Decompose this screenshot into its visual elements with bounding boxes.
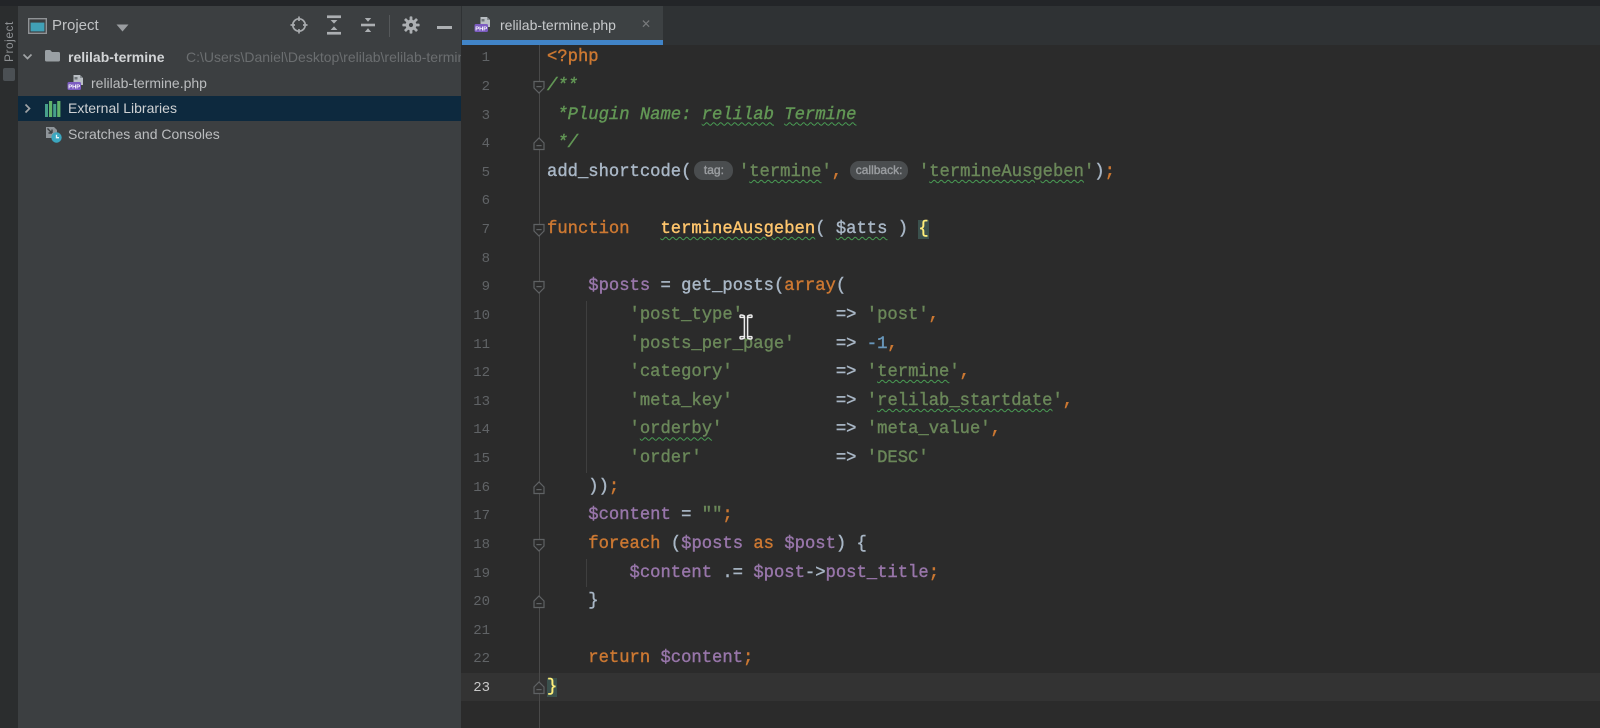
svg-text:PHP: PHP [475,26,487,32]
svg-text:PHP: PHP [68,84,80,90]
